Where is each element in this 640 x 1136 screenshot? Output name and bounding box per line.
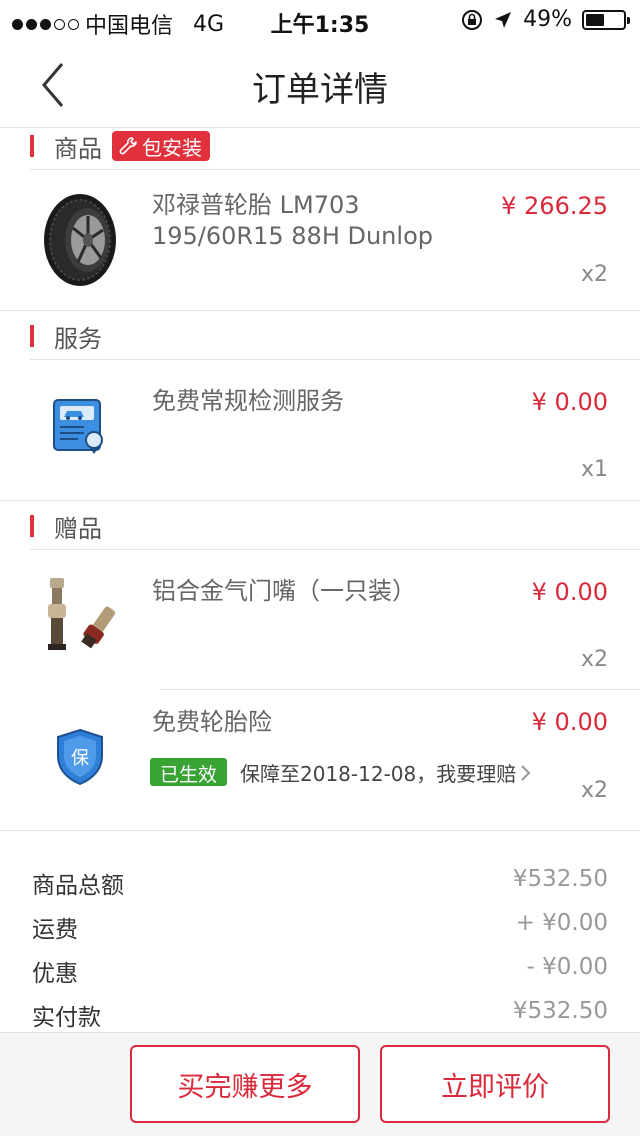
divider	[30, 549, 640, 550]
service-price: ¥ 0.00	[531, 388, 608, 416]
summary-value: ¥532.50	[512, 998, 608, 1024]
footer-action-bar: 买完赚更多 立即评价	[0, 1032, 640, 1136]
goods-name-line1: 邓禄普轮胎 LM703	[152, 191, 360, 219]
divider	[0, 830, 640, 831]
goods-price: ¥ 266.25	[501, 192, 608, 220]
summary-label: 实付款	[32, 1005, 101, 1031]
divider	[0, 500, 640, 501]
divider	[160, 689, 640, 690]
goods-qty: x2	[580, 262, 608, 287]
status-badge: 已生效	[150, 758, 228, 786]
section-marker	[30, 325, 34, 347]
chevron-right-icon	[521, 764, 531, 781]
summary-value: ¥532.50	[512, 866, 608, 892]
buy-more-button[interactable]: 买完赚更多	[130, 1045, 360, 1123]
install-badge-label: 包安装	[142, 135, 202, 160]
nav-bar: 订单详情	[0, 40, 640, 128]
battery-percent: 49%	[523, 7, 572, 32]
wrench-icon	[119, 137, 137, 155]
tire-image	[44, 194, 116, 286]
summary-value: + ¥0.00	[515, 910, 608, 936]
section-goods-label: 商品	[54, 134, 102, 163]
goods-name-line2: 195/60R15 88H Dunlop	[152, 222, 433, 250]
summary-label: 运费	[32, 917, 78, 943]
valve-name: 铝合金气门嘴（一只装）	[152, 577, 416, 605]
insurance-name: 免费轮胎险	[152, 708, 272, 736]
valve-price: ¥ 0.00	[531, 578, 608, 606]
inspection-service-icon	[53, 399, 103, 454]
section-services-label: 服务	[54, 324, 102, 353]
page-title: 订单详情	[252, 70, 388, 110]
summary-value: - ¥0.00	[526, 954, 608, 980]
summary-label: 优惠	[32, 961, 78, 987]
coverage-text: 保障至2018-12-08，我要理赔	[240, 762, 517, 786]
summary-row-shipping: 运费 + ¥0.00	[32, 910, 608, 944]
shield-icon: 保	[57, 728, 103, 786]
battery-icon	[582, 9, 630, 30]
section-services: 服务	[30, 315, 640, 357]
insurance-qty: x2	[580, 778, 608, 803]
review-button[interactable]: 立即评价	[380, 1045, 610, 1123]
valve-stem-image	[48, 578, 116, 650]
divider	[0, 310, 640, 311]
claim-link[interactable]: 保障至2018-12-08，我要理赔	[240, 758, 532, 787]
divider	[30, 169, 640, 170]
section-gifts: 赠品	[30, 505, 640, 547]
valve-qty: x2	[580, 647, 608, 672]
section-marker	[30, 515, 34, 537]
divider	[30, 359, 640, 360]
section-goods: 商品 包安装	[30, 125, 640, 167]
insurance-price: ¥ 0.00	[531, 708, 608, 736]
summary-row-paid: 实付款 ¥532.50	[32, 998, 608, 1032]
status-bar: 中国电信 4G 上午1:35 49%	[0, 0, 640, 40]
service-name: 免费常规检测服务	[152, 387, 344, 415]
section-gifts-label: 赠品	[54, 514, 102, 543]
summary-row-discount: 优惠 - ¥0.00	[32, 954, 608, 988]
shield-icon-text: 保	[71, 748, 89, 769]
location-arrow-icon	[495, 11, 512, 28]
rotation-lock-icon	[462, 9, 483, 30]
summary-row-subtotal: 商品总额 ¥532.50	[32, 866, 608, 900]
section-marker	[30, 135, 34, 157]
summary-label: 商品总额	[32, 873, 124, 899]
install-badge: 包安装	[112, 131, 210, 161]
service-qty: x1	[580, 457, 608, 482]
